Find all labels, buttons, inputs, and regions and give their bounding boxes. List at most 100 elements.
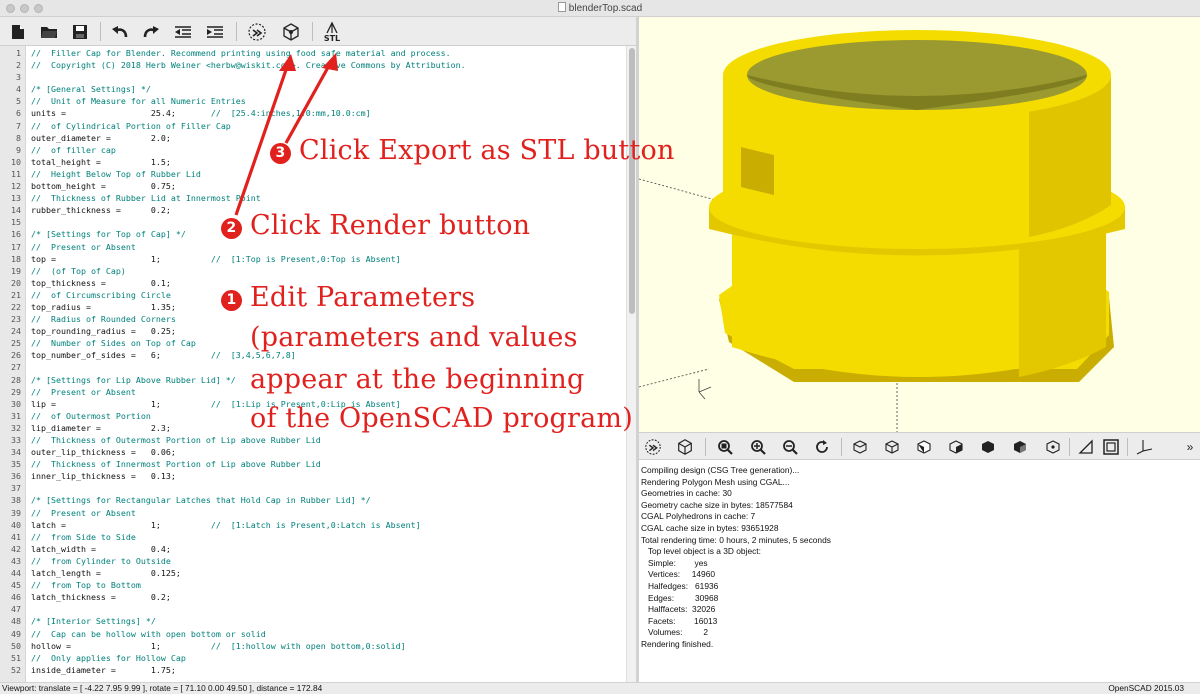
save-file-button[interactable]	[68, 20, 92, 43]
line-comment: // Thickness of Rubber Lid at Innermost …	[31, 193, 261, 204]
toolbar-separator	[100, 22, 101, 41]
code-line[interactable]: 44 latch_length = 0.125;	[0, 567, 626, 579]
code-line[interactable]: 36 inner_lip_thickness = 0.13;	[0, 470, 626, 482]
code-line[interactable]: 47	[0, 603, 626, 615]
render-button[interactable]	[279, 20, 303, 43]
code-editor[interactable]: 1 // Filler Cap for Blender. Recommend pr…	[0, 46, 636, 682]
code-line[interactable]: 18 top = 1; // [1:Top is Present,0:Top is…	[0, 253, 626, 265]
code-line[interactable]: 7 // of Cylindrical Portion of Filler Cap	[0, 120, 626, 132]
view-all-button[interactable]	[714, 436, 736, 458]
perspective-button[interactable]	[1075, 436, 1097, 458]
view-front-button[interactable]	[977, 436, 999, 458]
view-render-button[interactable]	[674, 436, 696, 458]
code-line[interactable]: 52 inside_diameter = 1.75;	[0, 664, 626, 676]
code-line[interactable]: 45 // from Top to Bottom	[0, 579, 626, 591]
console-line: Halffacets: 32026	[641, 604, 716, 615]
code-line[interactable]: 50 hollow = 1; // [1:hollow with open bot…	[0, 640, 626, 652]
code-line[interactable]: 37	[0, 482, 626, 494]
open-file-button[interactable]	[37, 20, 61, 43]
line-code: lip = 1; // [1:Lip is Present,0:Lip is A…	[31, 398, 401, 410]
code-line[interactable]: 49 // Cap can be hollow with open bottom …	[0, 628, 626, 640]
view-bottom-button[interactable]	[881, 436, 903, 458]
code-line[interactable]: 17 // Present or Absent	[0, 241, 626, 253]
code-line[interactable]: 13 // Thickness of Rubber Lid at Innermos…	[0, 192, 626, 204]
code-line[interactable]: 28 /* [Settings for Lip Above Rubber Lid]…	[0, 374, 626, 386]
new-file-button[interactable]	[6, 20, 30, 43]
view-top-button[interactable]	[849, 436, 871, 458]
orthogonal-button[interactable]	[1100, 436, 1122, 458]
view-left-button[interactable]	[913, 436, 935, 458]
code-line[interactable]: 34 outer_lip_thickness = 0.06;	[0, 446, 626, 458]
editor-scrollbar-thumb[interactable]	[629, 48, 635, 314]
show-axes-button[interactable]	[1133, 436, 1155, 458]
code-line[interactable]: 24 top_rounding_radius = 0.25;	[0, 325, 626, 337]
code-line[interactable]: 40 latch = 1; // [1:Latch is Present,0:La…	[0, 519, 626, 531]
code-line[interactable]: 4 /* [General Settings] */	[0, 83, 626, 95]
code-line[interactable]: 33 // Thickness of Outermost Portion of L…	[0, 434, 626, 446]
code-line[interactable]: 35 // Thickness of Innermost Portion of L…	[0, 458, 626, 470]
code-line[interactable]: 21 // of Circumscribing Circle	[0, 289, 626, 301]
view-diagonal-button[interactable]	[1042, 436, 1064, 458]
code-line[interactable]: 11 // Height Below Top of Rubber Lid	[0, 168, 626, 180]
view-preview-button[interactable]	[642, 436, 664, 458]
code-line[interactable]: 27	[0, 361, 626, 373]
line-comment: // Present or Absent	[31, 241, 136, 252]
export-stl-button[interactable]: STL	[320, 20, 344, 43]
toolbar-separator	[705, 438, 706, 456]
editor-toolbar: STL	[0, 17, 636, 46]
code-line[interactable]: 23 // Radius of Rounded Corners	[0, 313, 626, 325]
code-line[interactable]: 29 // Present or Absent	[0, 386, 626, 398]
code-line[interactable]: 41 // from Side to Side	[0, 531, 626, 543]
code-line[interactable]: 14 rubber_thickness = 0.2;	[0, 204, 626, 216]
code-line[interactable]: 1 // Filler Cap for Blender. Recommend pr…	[0, 47, 626, 59]
code-line[interactable]: 10 total_height = 1.5;	[0, 156, 626, 168]
code-line[interactable]: 48 /* [Interior Settings] */	[0, 615, 626, 627]
code-line[interactable]: 22 top_radius = 1.35;	[0, 301, 626, 313]
code-line[interactable]: 30 lip = 1; // [1:Lip is Present,0:Lip is…	[0, 398, 626, 410]
redo-button[interactable]	[139, 20, 163, 43]
indent-button[interactable]	[203, 20, 227, 43]
3d-viewport[interactable]	[639, 17, 1200, 432]
line-code: // Copyright (C) 2018 Herb Weiner <herbw…	[31, 59, 466, 71]
editor-scrollbar[interactable]	[626, 46, 636, 682]
code-line[interactable]: 46 latch_thickness = 0.2;	[0, 591, 626, 603]
code-lines[interactable]: 1 // Filler Cap for Blender. Recommend pr…	[0, 47, 626, 676]
line-comment: // Cap can be hollow with open bottom or…	[31, 628, 266, 639]
preview-button[interactable]	[245, 20, 269, 43]
line-number: 29	[11, 386, 21, 397]
console-line: Simple: yes	[641, 557, 708, 568]
code-line[interactable]: 51 // Only applies for Hollow Cap	[0, 652, 626, 664]
code-line[interactable]: 43 // from Cylinder to Outside	[0, 555, 626, 567]
code-line[interactable]: 26 top_number_of_sides = 6; // [3,4,5,6,7…	[0, 349, 626, 361]
code-line[interactable]: 39 // Present or Absent	[0, 507, 626, 519]
code-line[interactable]: 42 latch_width = 0.4;	[0, 543, 626, 555]
code-line[interactable]: 5 // Unit of Measure for all Numeric Entr…	[0, 95, 626, 107]
code-line[interactable]: 19 // (of Top of Cap)	[0, 265, 626, 277]
undo-button[interactable]	[108, 20, 132, 43]
code-line[interactable]: 3	[0, 71, 626, 83]
unindent-button[interactable]	[171, 20, 195, 43]
view-right-button[interactable]	[945, 436, 967, 458]
code-line[interactable]: 6 units = 25.4; // [25.4:inches,1.0:mm,10…	[0, 107, 626, 119]
reset-view-button[interactable]	[811, 436, 833, 458]
code-line[interactable]: 15	[0, 216, 626, 228]
zoom-in-button[interactable]	[747, 436, 769, 458]
view-back-button[interactable]	[1009, 436, 1031, 458]
code-line[interactable]: 20 top_thickness = 0.1;	[0, 277, 626, 289]
code-line[interactable]: 32 lip_diameter = 2.3;	[0, 422, 626, 434]
code-line[interactable]: 31 // of Outermost Portion	[0, 410, 626, 422]
line-code: // Thickness of Rubber Lid at Innermost …	[31, 192, 261, 204]
code-line[interactable]: 8 outer_diameter = 2.0;	[0, 132, 626, 144]
code-line[interactable]: 2 // Copyright (C) 2018 Herb Weiner <herb…	[0, 59, 626, 71]
line-comment: // [3,4,5,6,7,8]	[210, 350, 296, 361]
line-code: /* [Settings for Lip Above Rubber Lid] *…	[31, 374, 236, 386]
code-line[interactable]: 16 /* [Settings for Top of Cap] */	[0, 228, 626, 240]
zoom-out-button[interactable]	[779, 436, 801, 458]
more-tools-button[interactable]: »	[1179, 436, 1200, 458]
line-code-text: top_thickness = 0.1;	[31, 277, 171, 288]
code-line[interactable]: 12 bottom_height = 0.75;	[0, 180, 626, 192]
code-line[interactable]: 9 // of filler cap	[0, 144, 626, 156]
code-line[interactable]: 25 // Number of Sides on Top of Cap	[0, 337, 626, 349]
line-code: top_thickness = 0.1;	[31, 277, 171, 289]
code-line[interactable]: 38 /* [Settings for Rectangular Latches t…	[0, 494, 626, 506]
